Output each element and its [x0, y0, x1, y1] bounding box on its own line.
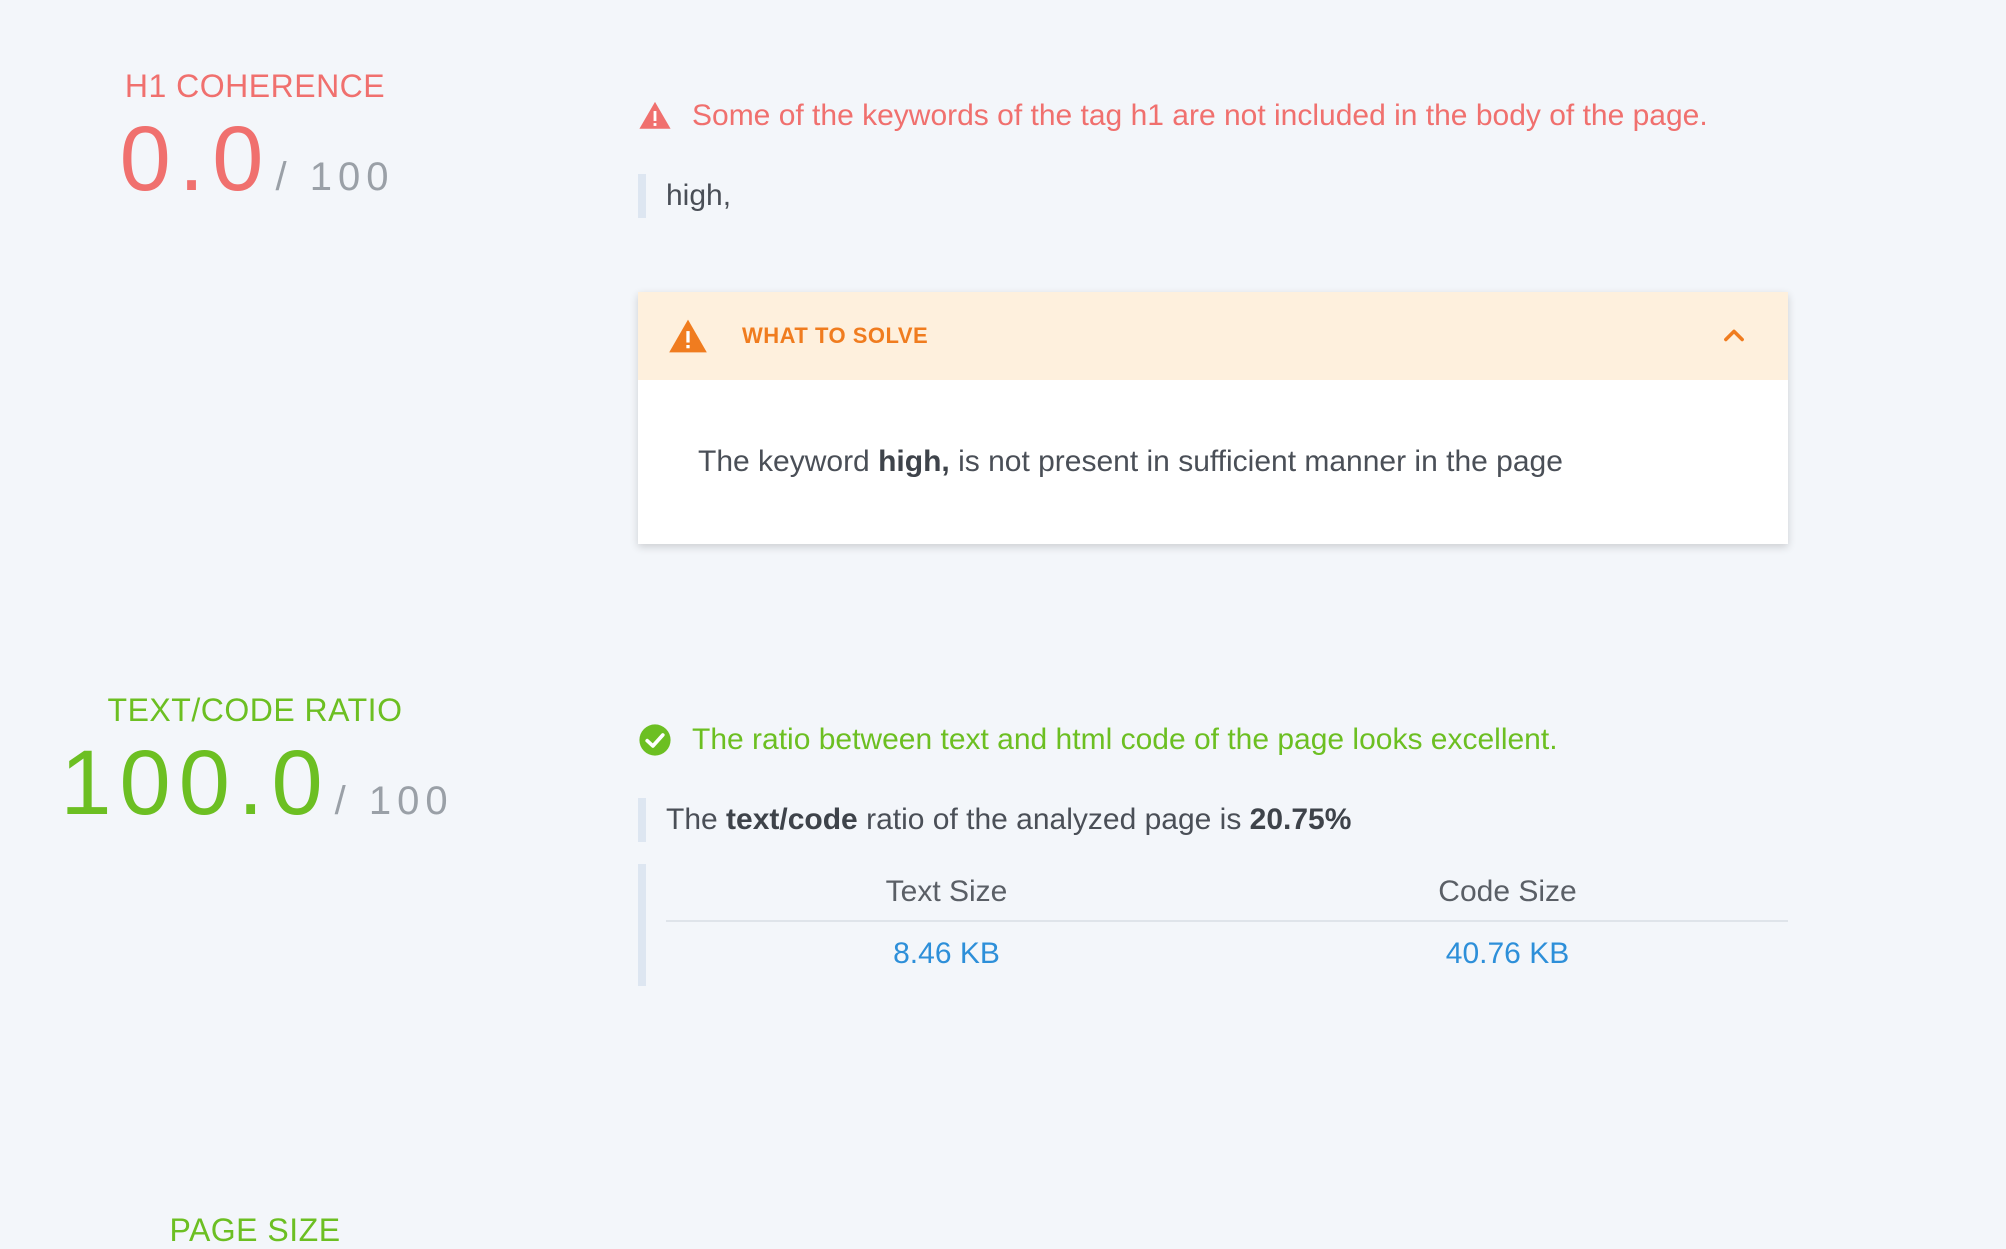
h1-coherence-title: H1 COHERENCE [124, 68, 386, 104]
size-table-grid: Text Size Code Size 8.46 KB 40.76 KB [666, 864, 1788, 986]
code-size-value: 40.76 KB [1445, 937, 1570, 970]
text-code-ratio-title: TEXT/CODE RATIO [107, 692, 403, 728]
solve-text-suffix: is not present in sufficient manner in t… [949, 445, 1563, 478]
code-size-header: Code Size [1227, 864, 1788, 922]
chevron-up-icon[interactable] [1720, 322, 1748, 350]
text-code-ratio-score: 100.0 [60, 732, 331, 834]
check-circle-icon [639, 724, 671, 756]
solve-text-prefix: The keyword [698, 445, 879, 478]
warning-triangle-icon [669, 319, 707, 353]
text-code-ratio-score-max: / 100 [334, 779, 454, 823]
ratio-term: text/code [726, 803, 858, 836]
page-size-title: PAGE SIZE [169, 1212, 341, 1248]
h1-coherence-status-text: Some of the keywords of the tag h1 are n… [692, 99, 1708, 132]
h1-coherence-status: Some of the keywords of the tag h1 are n… [638, 96, 1788, 136]
h1-coherence-score-max: / 100 [275, 155, 395, 199]
text-size-header: Text Size [666, 864, 1227, 922]
what-to-solve-text: The keyword high, is not present in suff… [698, 445, 1563, 479]
h1-coherence-score-line: 0.0/ 100 [4, 113, 510, 205]
h1-coherence-score: 0.0 [119, 108, 272, 210]
text-code-ratio-status-text: The ratio between text and html code of … [692, 723, 1558, 756]
size-table-header-row: Text Size Code Size [666, 864, 1788, 922]
ratio-prefix: The [666, 803, 727, 836]
h1-coherence-keywords: high, [638, 174, 1788, 218]
page-size-score-panel: PAGE SIZE [0, 1212, 510, 1249]
text-size-value: 8.46 KB [893, 937, 1000, 970]
text-code-ratio-score-line: 100.0/ 100 [4, 737, 510, 829]
text-code-ratio-status: The ratio between text and html code of … [638, 720, 1788, 760]
what-to-solve-body: The keyword high, is not present in suff… [638, 380, 1788, 544]
h1-keywords-text: high, [666, 179, 732, 212]
what-to-solve-card: WHAT TO SOLVE The keyword high, is not p… [638, 292, 1788, 544]
size-table: Text Size Code Size 8.46 KB 40.76 KB [638, 864, 1788, 986]
what-to-solve-header[interactable]: WHAT TO SOLVE [638, 292, 1788, 380]
text-code-ratio-details: The ratio between text and html code of … [638, 720, 1788, 986]
what-to-solve-title: WHAT TO SOLVE [742, 323, 929, 348]
h1-coherence-details: Some of the keywords of the tag h1 are n… [638, 96, 1788, 544]
warning-triangle-icon [639, 101, 671, 129]
ratio-middle: ratio of the analyzed page is [857, 803, 1250, 836]
text-code-ratio-score-panel: TEXT/CODE RATIO 100.0/ 100 [0, 692, 510, 829]
h1-coherence-score-panel: H1 COHERENCE 0.0/ 100 [0, 68, 510, 205]
table-row: 8.46 KB 40.76 KB [666, 921, 1788, 986]
text-code-ratio-summary: The text/code ratio of the analyzed page… [638, 798, 1788, 842]
ratio-value: 20.75% [1249, 803, 1352, 836]
solve-keyword: high, [878, 445, 950, 478]
